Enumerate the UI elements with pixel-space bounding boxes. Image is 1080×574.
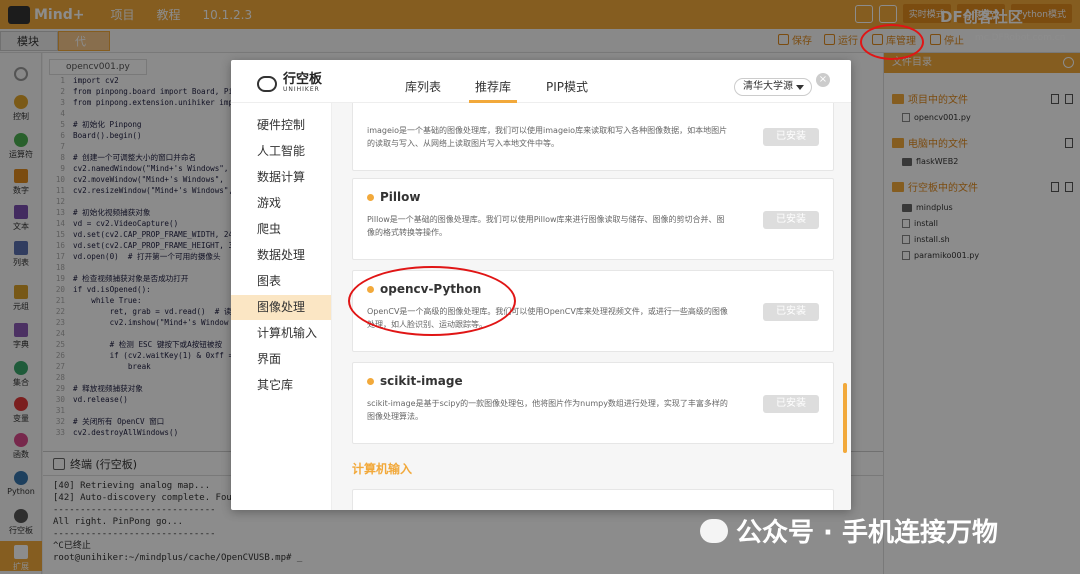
mirror-source-select[interactable]: 清华大学源 bbox=[734, 78, 812, 96]
annotation-circle-opencv bbox=[348, 266, 516, 336]
annotation-circle-library-button bbox=[860, 24, 924, 60]
nav-charts[interactable]: 图表 bbox=[231, 269, 331, 294]
nav-hardware-control[interactable]: 硬件控制 bbox=[231, 113, 331, 138]
nav-games[interactable]: 游戏 bbox=[231, 191, 331, 216]
unihiker-logo-icon bbox=[257, 75, 277, 92]
wechat-icon bbox=[700, 518, 728, 543]
status-dot-icon bbox=[367, 193, 374, 201]
dialog-header: 行空板 UNIHIKER 库列表 推荐库 PIP模式 清华大学源 × bbox=[231, 60, 851, 103]
library-card-partial bbox=[352, 489, 834, 510]
brand-subtitle: UNIHIKER bbox=[283, 86, 320, 93]
nav-image-processing[interactable]: 图像处理 bbox=[231, 295, 331, 320]
unihiker-brand: 行空板 UNIHIKER bbox=[257, 72, 323, 93]
library-card-imageio: imageio是一个基础的图像处理库，我们可以使用imageio库来读取和写入各… bbox=[352, 103, 834, 171]
library-description: imageio是一个基础的图像处理库，我们可以使用imageio库来读取和写入各… bbox=[367, 126, 728, 148]
library-card-pillow: Pillow Pillow是一个基础的图像处理库。我们可以使用Pillow库来进… bbox=[352, 178, 834, 260]
section-heading-computer-input: 计算机输入 bbox=[352, 462, 413, 476]
installed-button[interactable]: 已安装 bbox=[763, 128, 819, 146]
installed-button[interactable]: 已安装 bbox=[763, 303, 819, 321]
library-name: Pillow bbox=[367, 190, 420, 204]
nav-computer-input[interactable]: 计算机输入 bbox=[231, 321, 331, 346]
nav-data-processing[interactable]: 数据处理 bbox=[231, 243, 331, 268]
nav-ai[interactable]: 人工智能 bbox=[231, 139, 331, 164]
chevron-down-icon bbox=[796, 85, 804, 90]
status-dot-icon bbox=[367, 377, 374, 385]
wechat-watermark: 公众号 · 手机连接万物 bbox=[700, 512, 998, 549]
library-description: scikit-image是基于scipy的一款图像处理包，他将图片作为numpy… bbox=[367, 399, 728, 421]
watermark-text: 公众号 · 手机连接万物 bbox=[736, 518, 998, 548]
library-card-scikit-image: scikit-image scikit-image是基于scipy的一款图像处理… bbox=[352, 362, 834, 444]
installed-button[interactable]: 已安装 bbox=[763, 211, 819, 229]
library-title: scikit-image bbox=[380, 374, 463, 388]
nav-interface[interactable]: 界面 bbox=[231, 347, 331, 372]
tab-pip-mode[interactable]: PIP模式 bbox=[546, 78, 588, 95]
tab-library-list[interactable]: 库列表 bbox=[405, 78, 441, 95]
nav-data-compute[interactable]: 数据计算 bbox=[231, 165, 331, 190]
library-title: Pillow bbox=[380, 190, 421, 204]
dialog-scrollbar[interactable] bbox=[843, 383, 847, 453]
library-manager-dialog: 行空板 UNIHIKER 库列表 推荐库 PIP模式 清华大学源 × 硬件控制 人… bbox=[231, 60, 851, 510]
library-name: scikit-image bbox=[367, 374, 463, 388]
mirror-source-value: 清华大学源 bbox=[743, 81, 793, 92]
installed-button[interactable]: 已安装 bbox=[763, 395, 819, 413]
tab-recommended[interactable]: 推荐库 bbox=[475, 78, 511, 95]
nav-other-libraries[interactable]: 其它库 bbox=[231, 373, 331, 398]
nav-crawler[interactable]: 爬虫 bbox=[231, 217, 331, 242]
brand-title: 行空板 bbox=[283, 72, 323, 87]
library-description: Pillow是一个基础的图像处理库。我们可以使用Pillow库来进行图像读取与储… bbox=[367, 215, 725, 237]
library-category-nav: 硬件控制 人工智能 数据计算 游戏 爬虫 数据处理 图表 图像处理 计算机输入 … bbox=[231, 103, 332, 510]
close-icon[interactable]: × bbox=[816, 73, 830, 87]
